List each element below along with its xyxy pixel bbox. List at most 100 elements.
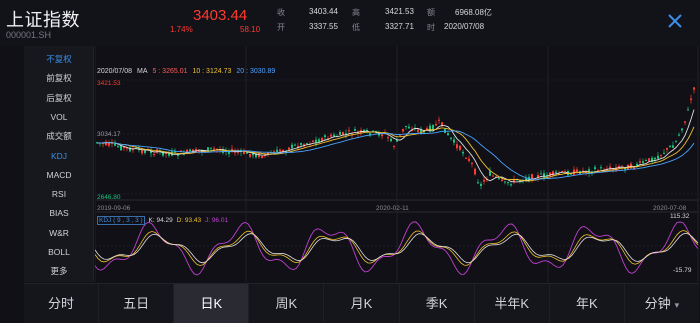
menu-item[interactable]: W&R [24,224,94,242]
tab-period[interactable]: 日K [174,284,250,323]
candle-body [324,135,326,138]
candle-body [477,182,479,184]
candle-body [330,134,332,137]
candle-body [288,147,290,150]
kdj-legend: KDJ ( 9 , 3 , 3 ) K: 94.29 D: 93.43 J: 9… [97,216,230,225]
candle-body [114,143,116,146]
candle-body [684,121,686,123]
menu-item[interactable]: 不复权 [24,50,94,68]
menu-item[interactable]: BIAS [24,204,94,222]
close-icon[interactable] [666,12,684,30]
menu-item[interactable]: MACD [24,166,94,184]
candle-body [291,144,293,149]
menu-item[interactable]: 后复权 [24,89,94,107]
change-value: 58.10 [240,25,261,34]
tab-label: 日K [200,296,223,311]
candle-body [525,178,527,180]
candle-body [474,168,476,175]
candle-body [690,98,692,101]
candle-body [189,149,191,152]
candle-body [117,146,119,148]
candle-body [660,154,662,156]
kdj-j-value: J: 96.01 [204,217,229,224]
menu-item[interactable]: BOLL [24,243,94,261]
candle-body [648,158,650,162]
candle-body [417,129,419,133]
tab-label: 年K [575,296,598,311]
candle-body [645,160,647,162]
candle-body [480,183,482,187]
candle-body [642,161,644,164]
kdj-top-label: 115.32 [670,213,690,220]
tab-label: 五日 [123,296,150,311]
candle-body [507,182,509,184]
date-label-end: 2020-07-08 [653,205,687,212]
candle-body [471,162,473,164]
tab-period[interactable]: 五日 [99,284,175,323]
kdj-params[interactable]: KDJ ( 9 , 3 , 3 ) [97,216,145,225]
price-low-label: 2646.80 [97,194,121,201]
candle-body [666,147,668,150]
tab-period[interactable]: 半年K [475,284,550,323]
candle-body [663,152,665,154]
candle-body [483,179,485,182]
candle-body [435,124,437,126]
candle-body [438,119,440,121]
candle-body [657,155,659,159]
tab-period[interactable]: 分时 [24,284,100,323]
tab-period[interactable]: 周K [249,284,325,323]
candle-body [669,145,671,147]
candle-body [465,157,467,159]
candle-body [408,126,410,129]
indicator-menu: 不复权 前复权后复权 VOL 成交额 KDJ MACD RSI BIAS W&R BOLL 更多 [24,46,94,282]
candle-body [405,125,407,127]
candle-body [144,150,146,154]
tab-period[interactable]: 季K [400,284,475,323]
change-percent: 1.74% [170,25,193,34]
candle-body [348,130,350,132]
chevron-down-icon: ▾ [674,300,680,310]
quote-header: 上证指数 000001.SH 3403.44 1.74% 58.10 收 340… [0,0,700,46]
stat-value-time: 2020/07/08 [444,22,485,31]
menu-item[interactable]: 成交额 [24,127,94,145]
candle-body [468,158,470,162]
tab-period[interactable]: 分钟 ▾ [625,284,699,323]
candle-body [306,143,308,145]
candle-body [555,171,557,173]
kline-chart[interactable]: 2020/07/08 MA 5 : 3265.01 10 : 3124.73 2… [94,46,699,282]
menu-item[interactable]: VOL [24,108,94,126]
index-code: 000001.SH [6,30,52,40]
stat-label-close: 收 [277,8,285,17]
kdj-d-value: D: 93.43 [176,217,202,224]
candle-body [318,139,320,142]
chart-canvas[interactable] [94,46,699,282]
candle-body [387,137,389,139]
candle-body [447,133,449,136]
index-name: 上证指数 [6,10,80,30]
candle-body [594,167,596,170]
tab-period[interactable]: 月K [324,284,400,323]
ma10-value: 10 : 3124.73 [192,68,232,75]
candle-body [510,184,512,186]
tab-label: 周K [275,296,298,311]
menu-item[interactable]: 前复权 [24,69,94,87]
menu-item[interactable]: RSI [24,185,94,203]
ma-line [96,126,695,182]
ma-line [96,130,695,181]
candle-body [453,139,455,143]
stat-value-low: 3327.71 [385,22,414,31]
candle-body [675,141,677,143]
ma-date: 2020/07/08 [97,68,133,75]
candle-body [687,109,689,111]
menu-item[interactable]: KDJ [24,147,94,165]
candle-body [600,167,602,169]
candle-body [432,125,434,130]
price-mid-label: 3034.17 [97,131,121,138]
tab-label: 月K [350,296,373,311]
stat-label-low: 低 [352,23,360,32]
candle-body [498,177,500,179]
tab-period[interactable]: 年K [550,284,625,323]
menu-item[interactable]: 更多 [24,262,94,280]
candle-body [459,145,461,150]
candle-body [333,134,335,137]
